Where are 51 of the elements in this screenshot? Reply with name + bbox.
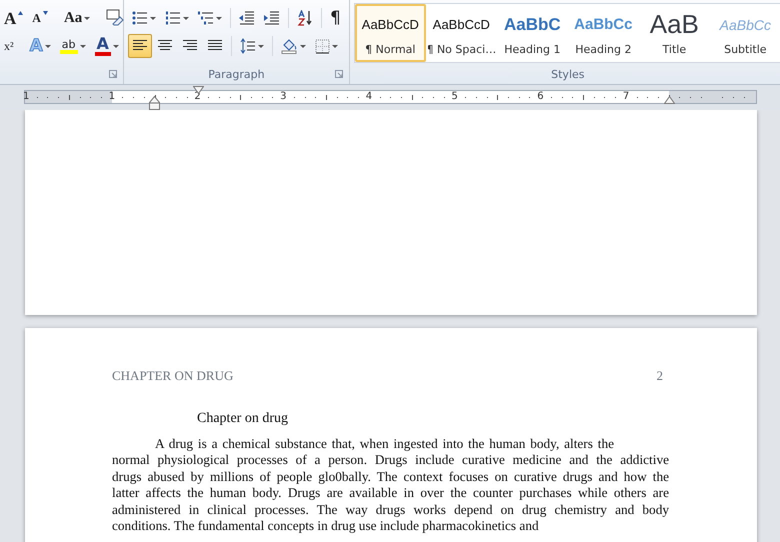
multilevel-list-icon <box>198 11 214 25</box>
style-gallery-item[interactable]: AaBbCcD ¶ Normal <box>354 4 426 62</box>
dropdown-arrow-icon <box>84 16 90 20</box>
color-button[interactable]: A <box>90 34 123 58</box>
bullet-list-icon <box>132 11 148 25</box>
numbered-list-icon <box>165 11 181 25</box>
highlight-button[interactable]: ab <box>56 34 90 58</box>
dropdown-arrow-icon <box>258 44 264 48</box>
right-indent-marker[interactable] <box>664 96 675 104</box>
align-left-icon <box>132 40 148 52</box>
paint-bucket-icon <box>281 38 298 54</box>
sort-icon <box>297 10 313 26</box>
dialog-launcher-icon[interactable] <box>334 70 343 78</box>
grow-button[interactable]: A <box>0 6 28 30</box>
pilcrow-button[interactable]: ¶ <box>326 6 345 30</box>
outdent-icon <box>239 11 255 25</box>
caret-down-icon <box>42 11 48 15</box>
dropdown-arrow-icon <box>112 44 119 48</box>
ruler-number: 4 <box>366 90 372 103</box>
document-title: Chapter on drug <box>197 411 289 427</box>
ruler-number: 1 <box>23 90 29 103</box>
line-spacing-icon <box>240 38 256 54</box>
ruler-number: 7 <box>622 90 629 103</box>
dropdown-arrow-icon <box>80 44 86 48</box>
dropdown-arrow-icon <box>150 16 156 20</box>
page-number: 2 <box>656 368 663 384</box>
group-label: Paragraph <box>208 68 265 80</box>
ruler-number: 5 <box>452 90 458 103</box>
justify-icon <box>207 40 223 52</box>
dropdown-arrow-icon <box>44 44 51 48</box>
dropdown-arrow-icon <box>300 44 306 48</box>
dropdown-arrow-icon <box>183 16 189 20</box>
ruler-number: 1 <box>108 90 115 103</box>
case-button[interactable]: Aa <box>60 6 94 30</box>
indent-icon <box>264 11 280 25</box>
group-label: Styles <box>551 68 585 80</box>
caret-up-icon <box>18 11 24 15</box>
dialog-launcher-icon[interactable] <box>109 70 117 78</box>
body-paragraph: A drug is a chemical substance that, when ingested into the human body, alters the normal physiological processes of a person. Drugs include curative medicine and the addictive drugs abused by millions of people glo0bally. The context focuses on curative drugs and how the latter affects the human body. Drugs are available in over the counter purchases while others are administered in clinical processes. The way drugs works depend on drug chemistry and body conditions. The fundamental concepts in drug use include pharmacokinetics and <box>112 436 669 534</box>
ruler-number: 3 <box>280 90 286 103</box>
dropdown-arrow-icon <box>332 44 338 48</box>
align-left-button[interactable] <box>128 34 152 58</box>
align-right-icon <box>182 40 198 52</box>
page-header: CHAPTER ON DRUG <box>112 368 234 384</box>
dropdown-arrow-icon <box>216 16 222 20</box>
ruler-number: 6 <box>537 90 544 103</box>
eraser-icon <box>106 9 124 27</box>
align-center-icon <box>157 40 173 52</box>
superscript-button[interactable]: x² <box>0 34 18 58</box>
borders-icon <box>315 38 330 54</box>
shrink-button[interactable]: A <box>28 6 52 30</box>
